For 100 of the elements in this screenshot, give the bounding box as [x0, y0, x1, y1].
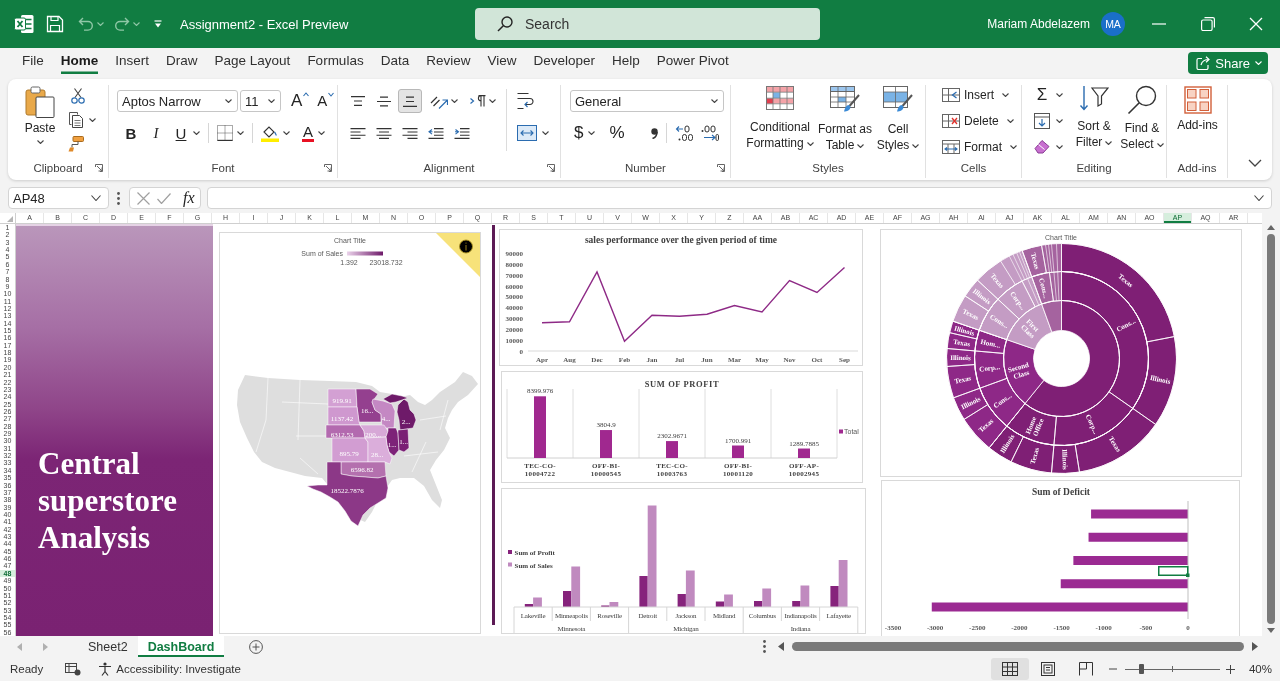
merge-cells-icon[interactable] [517, 125, 537, 141]
customize-icon[interactable] [154, 20, 162, 28]
cell-styles-button[interactable]: Cell Styles [874, 85, 922, 153]
user-avatar[interactable]: MA [1101, 12, 1125, 36]
menu-tab[interactable]: Home [60, 51, 99, 74]
copy-icon[interactable] [68, 112, 84, 128]
caret-icon[interactable] [237, 131, 244, 135]
find-select-button[interactable]: Find & Select [1118, 85, 1166, 152]
kebab-icon[interactable] [117, 191, 120, 205]
close-icon[interactable] [1249, 17, 1263, 31]
menu-tab[interactable]: Formulas [307, 51, 364, 74]
dialog-launcher-icon[interactable] [95, 164, 103, 172]
caret-icon[interactable] [1056, 119, 1063, 123]
menu-tab[interactable]: Insert [115, 51, 150, 74]
chevron-down-icon[interactable] [1254, 195, 1264, 201]
scroll-thumb[interactable] [792, 642, 1244, 651]
menu-tab[interactable]: Help [612, 51, 640, 74]
paste-button[interactable]: Paste [20, 85, 60, 152]
decrease-decimal-icon[interactable] [700, 125, 719, 141]
caret-icon[interactable] [588, 131, 596, 135]
dialog-launcher-icon[interactable] [547, 164, 555, 172]
add-sheet-icon[interactable] [249, 639, 264, 654]
dialog-launcher-icon[interactable] [717, 164, 725, 172]
text-direction-icon[interactable] [470, 95, 486, 107]
caret-icon[interactable] [489, 99, 496, 103]
conditional-formatting-button[interactable]: Conditional Formatting [744, 85, 816, 151]
bold-button[interactable]: B [123, 123, 139, 143]
number-format-dropdown[interactable]: General [570, 90, 724, 112]
triangle-right-icon[interactable] [1252, 642, 1258, 651]
slider-thumb[interactable] [1138, 664, 1144, 674]
underline-button[interactable]: U [173, 123, 189, 143]
align-center-icon[interactable] [376, 127, 392, 139]
caret-icon[interactable] [89, 118, 96, 122]
format-button[interactable]: Format [942, 137, 1021, 157]
menu-tab[interactable]: Power Pivot [656, 51, 729, 74]
wrap-text-icon[interactable] [517, 92, 535, 110]
menu-tab[interactable]: Developer [533, 51, 595, 74]
triangle-down-icon[interactable] [1267, 628, 1275, 633]
menu-tab[interactable]: Data [380, 51, 410, 74]
align-button[interactable] [398, 89, 422, 113]
redo-icon[interactable] [114, 17, 130, 31]
font-name-dropdown[interactable]: Aptos Narrow [117, 90, 238, 112]
view-button[interactable] [990, 658, 1029, 680]
format-as-table-button[interactable]: Format as Table [816, 85, 874, 153]
align-right-icon[interactable] [402, 127, 418, 139]
eraser-icon[interactable] [1034, 140, 1050, 154]
align-left-icon[interactable] [350, 127, 366, 139]
percent-button[interactable]: % [609, 123, 625, 143]
caret-icon[interactable] [193, 131, 200, 135]
grow-font-button[interactable]: A [291, 92, 310, 110]
paint-bucket-icon[interactable] [261, 124, 279, 142]
accessibility-status[interactable]: Accessibility: Investigate [116, 663, 241, 675]
dialog-launcher-icon[interactable] [324, 164, 332, 172]
caret-icon[interactable] [711, 99, 718, 103]
italic-button[interactable]: I [148, 123, 164, 143]
triangle-up-icon[interactable] [1267, 225, 1275, 230]
caret-icon[interactable] [268, 99, 275, 103]
menu-tab[interactable]: View [487, 51, 517, 74]
sort-filter-button[interactable]: Sort & Filter [1070, 85, 1118, 150]
menu-tab[interactable]: Page Layout [214, 51, 291, 74]
sheet-tab[interactable]: Sheet2 [78, 636, 138, 657]
fill-down-icon[interactable] [1034, 113, 1050, 129]
caret-icon[interactable] [318, 131, 325, 135]
delete-button[interactable]: Delete [942, 111, 1021, 131]
shrink-font-button[interactable]: A [317, 92, 335, 110]
save-icon[interactable] [46, 15, 64, 33]
undo-icon[interactable] [78, 17, 94, 31]
comma-icon[interactable] [650, 127, 658, 139]
accessibility-icon[interactable] [98, 662, 113, 676]
increase-indent-icon[interactable] [454, 127, 470, 139]
autosum-button[interactable]: Σ [1034, 86, 1050, 104]
search-field[interactable]: Search [475, 8, 820, 40]
kebab-icon[interactable] [763, 640, 766, 653]
grid-dot-icon[interactable] [65, 662, 82, 676]
increase-decimal-icon[interactable] [674, 125, 693, 141]
decrease-indent-icon[interactable] [428, 127, 444, 139]
name-box[interactable]: AP48 [8, 187, 109, 209]
check-icon[interactable] [157, 192, 171, 204]
maximize-icon[interactable] [1201, 17, 1215, 31]
cancel-icon[interactable] [137, 191, 150, 205]
collapse-chevron-icon[interactable] [1248, 159, 1262, 167]
scroll-thumb[interactable] [1267, 234, 1275, 624]
caret-icon[interactable] [542, 131, 549, 135]
caret-icon[interactable] [1056, 93, 1063, 97]
plus-icon[interactable] [1225, 664, 1235, 674]
add-ins-button[interactable]: Add-ins [1167, 85, 1228, 132]
insert-button[interactable]: Insert [942, 85, 1021, 105]
share-button[interactable]: Share [1188, 52, 1268, 74]
info-icon[interactable] [436, 233, 480, 277]
borders-icon[interactable] [217, 125, 233, 141]
menu-tab[interactable]: Draw [166, 51, 198, 74]
caret-icon[interactable] [283, 131, 290, 135]
paintbrush-icon[interactable] [68, 136, 84, 152]
caret-icon[interactable] [225, 99, 232, 103]
sheet-tab[interactable]: DashBoard [137, 636, 225, 657]
currency-button[interactable]: $ [574, 123, 584, 143]
scissors-icon[interactable] [71, 88, 85, 104]
zoom-level[interactable]: 40% [1248, 663, 1272, 675]
active-cell-cursor[interactable] [1158, 566, 1190, 577]
font-color-button[interactable]: A [302, 124, 314, 142]
